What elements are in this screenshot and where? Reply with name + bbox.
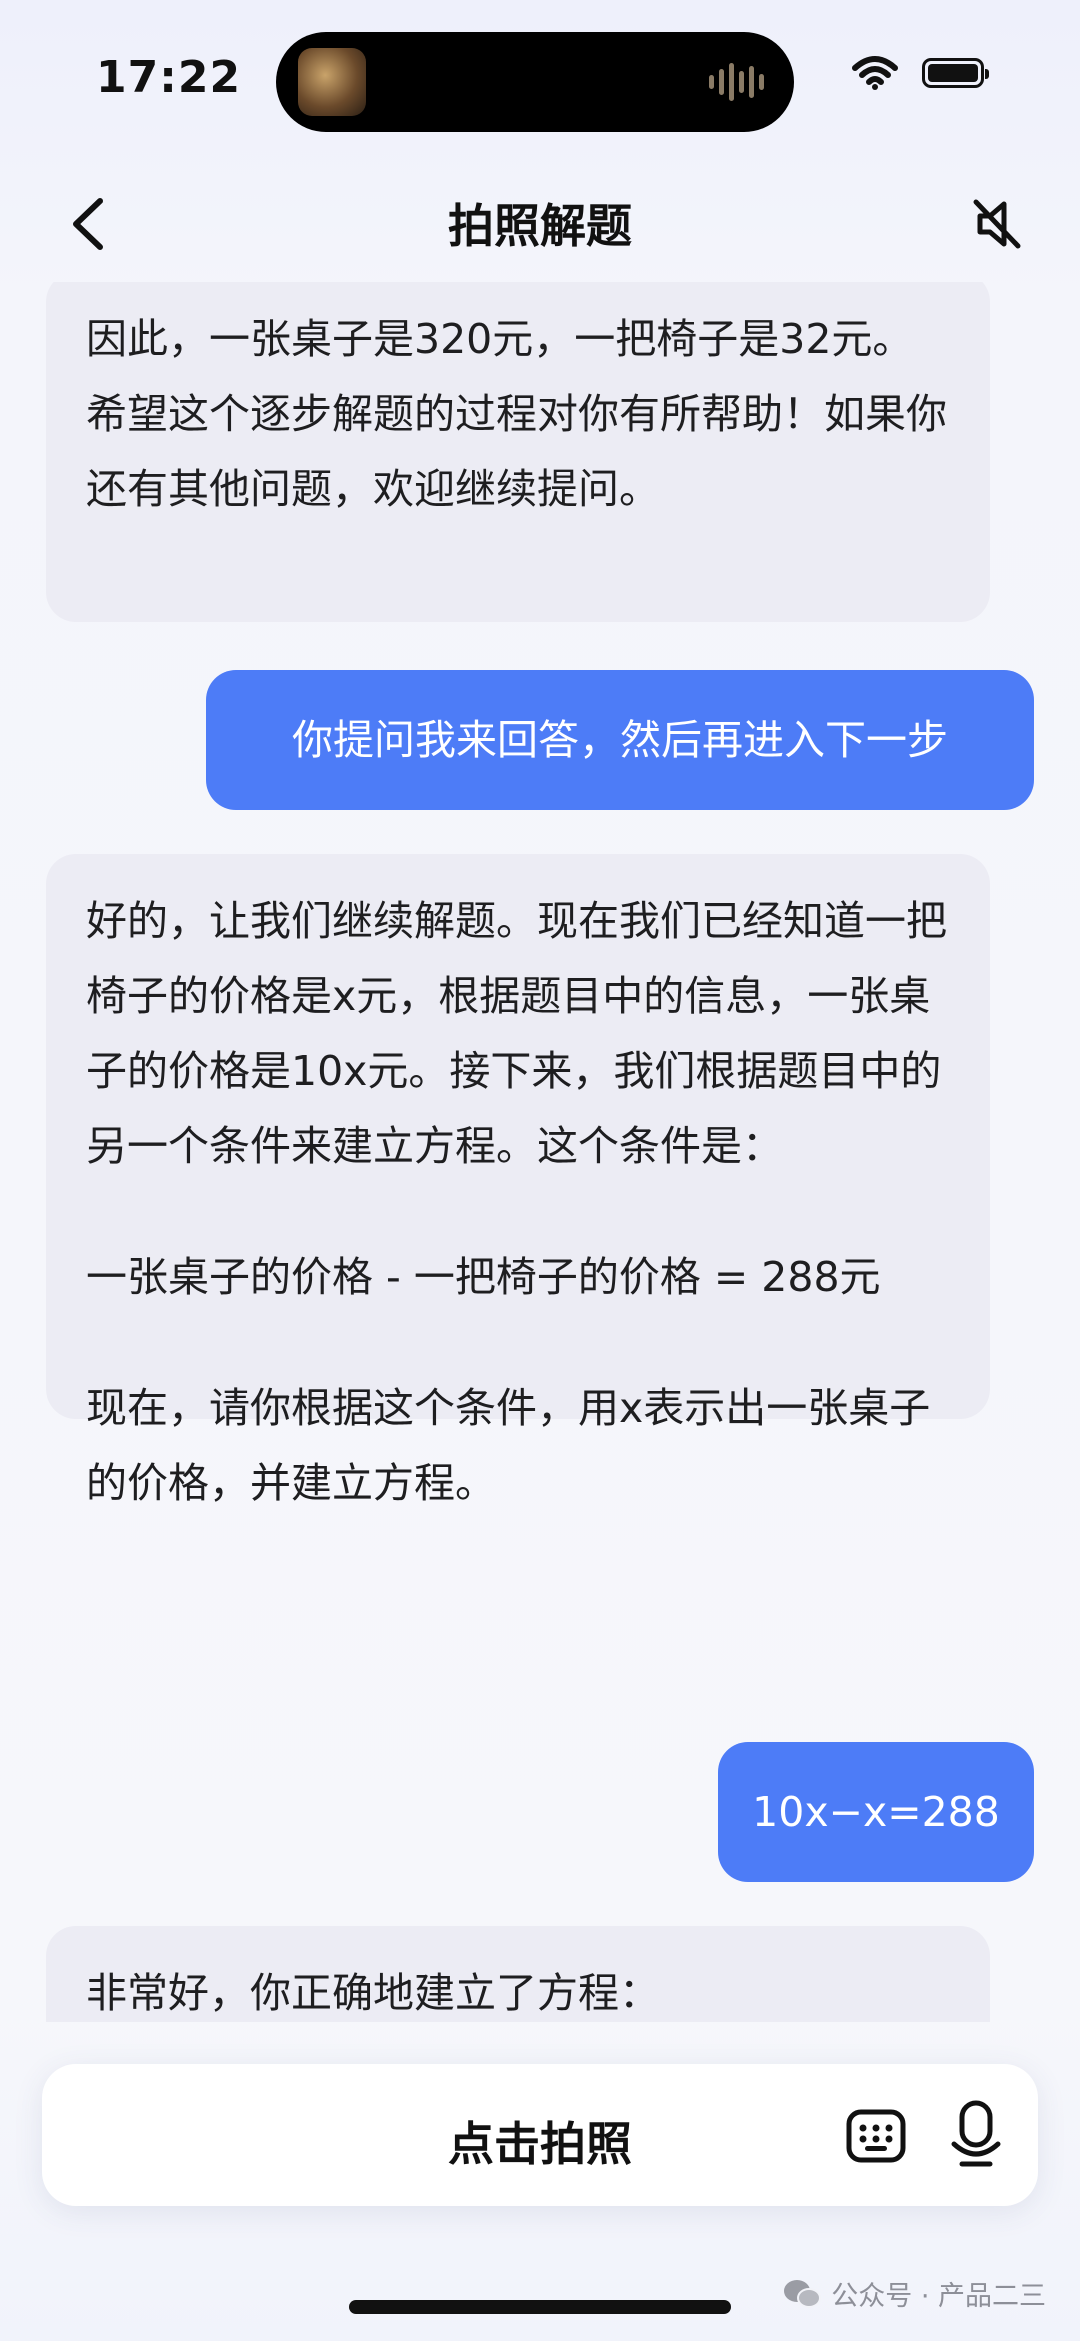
watermark-text: 公众号 · 产品二三 <box>831 2281 1046 2312</box>
user-message: 10x−x=288 <box>718 1742 1034 1882</box>
assistant-message: 非常好，你正确地建立了方程： <box>46 1926 990 2022</box>
message-text: 好的，让我们继续解题。现在我们已经知道一把椅子的价格是x元，根据题目中的信息，一… <box>86 897 947 1170</box>
nav-bar: 拍照解题 <box>0 170 1080 280</box>
input-bar: 点击拍照 <box>42 2064 1038 2206</box>
user-message: 你提问我来回答，然后再进入下一步 <box>206 670 1034 810</box>
dynamic-island[interactable] <box>276 32 794 132</box>
home-indicator[interactable] <box>349 2300 731 2314</box>
message-text: 一张桌子的价格 - 一把椅子的价格 = 288元 <box>86 1253 881 1301</box>
battery-level <box>928 64 978 82</box>
chat-thread[interactable]: 因此，一张桌子是320元，一把椅子是32元。希望这个逐步解题的过程对你有所帮助！… <box>0 282 1080 2022</box>
microphone-icon <box>951 2100 1001 2167</box>
watermark: 公众号 · 产品二三 <box>783 2274 1046 2313</box>
message-text: 10x−x=288 <box>752 1787 1000 1836</box>
mute-button[interactable] <box>966 192 1030 256</box>
message-text: 非常好，你正确地建立了方程： <box>86 1969 660 2017</box>
page-title: 拍照解题 <box>448 199 632 253</box>
audio-waveform-icon <box>709 62 764 102</box>
message-text: 因此，一张桌子是320元，一把椅子是32元。希望这个逐步解题的过程对你有所帮助！… <box>86 315 947 513</box>
assistant-message: 好的，让我们继续解题。现在我们已经知道一把椅子的价格是x元，根据题目中的信息，一… <box>46 854 990 1507</box>
wifi-icon <box>852 56 898 90</box>
status-indicators <box>852 56 989 90</box>
message-text: 现在，请你根据这个条件，用x表示出一张桌子的价格，并建立方程。 <box>86 1384 931 1507</box>
status-bar: 17:22 <box>0 0 1080 150</box>
keyboard-button[interactable] <box>842 2102 910 2170</box>
status-time: 17:22 <box>96 52 242 103</box>
now-playing-artwork <box>298 48 366 116</box>
message-text: 你提问我来回答，然后再进入下一步 <box>292 715 948 764</box>
wechat-icon <box>784 2279 822 2308</box>
battery-icon <box>922 58 989 88</box>
keyboard-icon <box>846 2109 906 2163</box>
speaker-muted-icon <box>973 199 1021 249</box>
assistant-message: 因此，一张桌子是320元，一把椅子是32元。希望这个逐步解题的过程对你有所帮助！… <box>46 282 990 622</box>
voice-input-button[interactable] <box>942 2094 1010 2174</box>
